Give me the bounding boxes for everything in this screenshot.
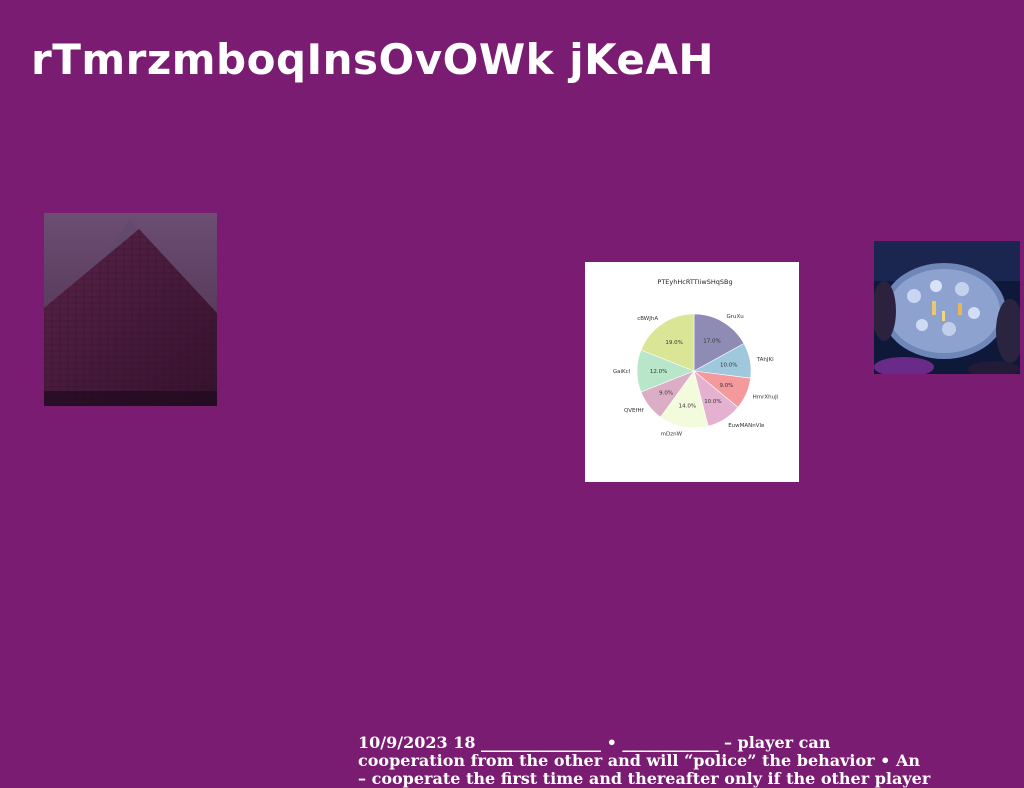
pyramid-photo: [44, 213, 217, 406]
footer-text: 10/9/2023 18 _______________ • _________…: [358, 734, 978, 788]
pie-pct-label: 17.0%: [703, 339, 720, 345]
pie-category-label: HmrXhuJi: [753, 394, 779, 400]
table-gathering-photo: [874, 241, 1020, 374]
pie-chart: PTEyhHcRTTIiwSHqSBg 17.0% GruXu 10.0% TAhJK…: [585, 262, 799, 482]
pie-pct-label: 10.0%: [704, 399, 721, 405]
pie-category-label: GaiKcl: [613, 369, 631, 375]
pie-category-label: EuwMANnVle: [728, 423, 765, 429]
pie-category-label: TAhJKi: [756, 357, 774, 363]
footer-line-3: – cooperate the first time and thereafte…: [358, 769, 931, 788]
pie-pct-label: 12.0%: [650, 369, 667, 375]
pie-pct-label: 9.0%: [659, 391, 673, 397]
pie-pct-label: 14.0%: [679, 404, 696, 410]
pie-category-label: cBWJhA: [637, 316, 658, 322]
footer-line-2: cooperation from the other and will “pol…: [358, 751, 921, 770]
slide-title: rTmrzmboqInsOvOWk jKeAH: [31, 35, 715, 84]
pie-pct-label: 19.0%: [665, 340, 682, 346]
footer-line-1: 10/9/2023 18 _______________ • _________…: [358, 733, 831, 752]
pie-pct-label: 9.0%: [719, 383, 733, 389]
pie-category-label: GruXu: [726, 314, 743, 320]
pie-category-label: mDznW: [661, 432, 683, 438]
pie-category-label: QVEfHf: [624, 408, 645, 414]
chart-title: PTEyhHcRTTIiwSHqSBg: [657, 278, 732, 286]
pie-pct-label: 10.0%: [720, 362, 737, 368]
